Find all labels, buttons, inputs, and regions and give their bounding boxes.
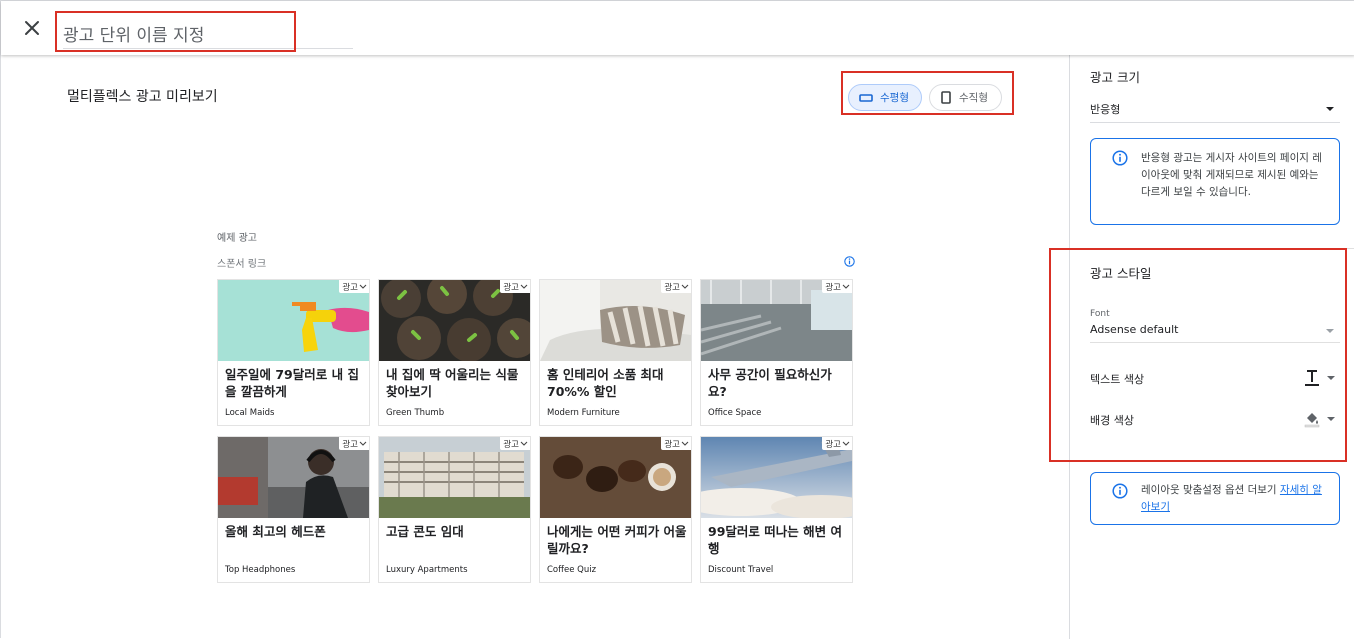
ad-card[interactable]: 광고 일주일에 79달러로 내 집을 깔끔하게 Local Maids [217, 279, 370, 426]
ad-headline[interactable]: 홈 인테리어 소품 최대 70%% 할인 [547, 366, 687, 400]
ad-advertiser: Office Space [708, 408, 762, 418]
ad-size-title: 광고 크기 [1090, 70, 1140, 85]
chevron-down-icon [842, 284, 850, 289]
ad-choices-badge[interactable]: 광고 [661, 437, 691, 450]
ad-card[interactable]: 광고 99달러로 떠나는 해변 여행 Discount Travel [700, 436, 853, 583]
close-icon[interactable] [23, 19, 41, 37]
adchoices-info-icon[interactable] [844, 256, 855, 267]
ad-choices-badge[interactable]: 광고 [339, 437, 369, 450]
ad-advertiser: Modern Furniture [547, 408, 620, 418]
font-dropdown[interactable]: Adsense default [1090, 323, 1340, 343]
info-icon [1112, 150, 1128, 166]
background-color-row: 배경 색상 [1090, 408, 1340, 430]
responsive-info-text: 반응형 광고는 게시자 사이트의 페이지 레이아웃에 맞춰 게재되므로 제시된 … [1141, 152, 1322, 198]
ad-badge-label: 광고 [664, 282, 680, 293]
ad-card[interactable]: 광고 나에게는 어떤 커피가 어울릴까요? Coffee Quiz [539, 436, 692, 583]
responsive-info-box: 반응형 광고는 게시자 사이트의 페이지 레이아웃에 맞춰 게재되므로 제시된 … [1090, 138, 1340, 225]
section-divider [1070, 248, 1354, 249]
ad-unit-name-input[interactable] [63, 23, 353, 49]
dropdown-arrow-icon [1327, 376, 1335, 380]
ad-badge-label: 광고 [342, 282, 358, 293]
ad-advertiser: Luxury Apartments [386, 565, 468, 575]
chevron-down-icon [842, 441, 850, 446]
ad-headline[interactable]: 나에게는 어떤 커피가 어울릴까요? [547, 523, 687, 557]
ad-headline[interactable]: 올해 최고의 헤드폰 [225, 523, 365, 540]
ad-card[interactable]: 광고 홈 인테리어 소품 최대 70%% 할인 Modern Furniture [539, 279, 692, 426]
ad-badge-label: 광고 [503, 282, 519, 293]
chevron-down-icon [520, 284, 528, 289]
chevron-down-icon [520, 441, 528, 446]
background-color-picker[interactable] [1295, 408, 1340, 430]
font-label: Font [1090, 309, 1110, 319]
text-color-icon [1305, 370, 1319, 386]
vertical-orientation-label: 수직형 [959, 92, 988, 104]
vertical-layout-icon [941, 91, 951, 104]
layout-options-info-box: 레이아웃 맞춤설정 옵션 더보기 자세히 알아보기 [1090, 472, 1340, 525]
chevron-down-icon [359, 441, 367, 446]
ad-card[interactable]: 광고 내 집에 딱 어울리는 식물 찾아보기 Green Thumb [378, 279, 531, 426]
ad-headline[interactable]: 사무 공간이 필요하신가요? [708, 366, 848, 400]
preview-title: 멀티플렉스 광고 미리보기 [67, 89, 218, 105]
dropdown-arrow-icon [1326, 329, 1334, 333]
ad-badge-label: 광고 [342, 439, 358, 450]
ad-choices-badge[interactable]: 광고 [500, 437, 530, 450]
dropdown-arrow-icon [1326, 107, 1334, 111]
ad-style-title: 광고 스타일 [1090, 266, 1152, 281]
ad-choices-badge[interactable]: 광고 [500, 280, 530, 293]
ad-headline[interactable]: 내 집에 딱 어울리는 식물 찾아보기 [386, 366, 526, 400]
app-frame: 멀티플렉스 광고 미리보기 수평형 수직형 예제 광고 스폰서 링크 [0, 0, 1354, 639]
settings-side-panel: 광고 크기 반응형 반응형 광고는 게시자 사이트의 페이지 레이아웃에 맞춰 … [1069, 55, 1354, 639]
sample-ad-label: 예제 광고 [217, 233, 257, 244]
layout-options-label: 레이아웃 맞춤설정 옵션 더보기 [1141, 484, 1280, 496]
ad-badge-label: 광고 [503, 439, 519, 450]
chevron-down-icon [359, 284, 367, 289]
sponsored-links-label: 스폰서 링크 [217, 259, 267, 270]
vertical-orientation-button[interactable]: 수직형 [929, 84, 1002, 111]
background-color-label: 배경 색상 [1090, 414, 1134, 427]
ad-headline[interactable]: 99달러로 떠나는 해변 여행 [708, 523, 848, 557]
ad-advertiser: Top Headphones [225, 565, 296, 575]
layout-options-text: 레이아웃 맞춤설정 옵션 더보기 자세히 알아보기 [1141, 482, 1331, 516]
horizontal-orientation-button[interactable]: 수평형 [848, 84, 922, 111]
ad-card[interactable]: 광고 사무 공간이 필요하신가요? Office Space [700, 279, 853, 426]
ad-advertiser: Discount Travel [708, 565, 774, 575]
ad-advertiser: Local Maids [225, 408, 275, 418]
text-color-label: 텍스트 색상 [1090, 373, 1145, 386]
ad-card[interactable]: 광고 고급 콘도 임대 Luxury Apartments [378, 436, 531, 583]
ad-advertiser: Green Thumb [386, 408, 445, 418]
horizontal-orientation-label: 수평형 [880, 92, 909, 104]
ad-choices-badge[interactable]: 광고 [661, 280, 691, 293]
font-value: Adsense default [1090, 323, 1179, 336]
ad-size-value: 반응형 [1090, 103, 1121, 116]
ad-badge-label: 광고 [825, 439, 841, 450]
horizontal-layout-icon [859, 93, 873, 102]
ad-card[interactable]: 광고 올해 최고의 헤드폰 Top Headphones [217, 436, 370, 583]
ad-grid: 광고 일주일에 79달러로 내 집을 깔끔하게 Local Maids 광고 내… [217, 279, 855, 583]
dropdown-arrow-icon [1327, 417, 1335, 421]
ad-badge-label: 광고 [664, 439, 680, 450]
chevron-down-icon [681, 284, 689, 289]
ad-choices-badge[interactable]: 광고 [822, 280, 852, 293]
ad-choices-badge[interactable]: 광고 [339, 280, 369, 293]
ad-choices-badge[interactable]: 광고 [822, 437, 852, 450]
fill-bucket-icon [1304, 413, 1320, 428]
ad-advertiser: Coffee Quiz [547, 565, 597, 575]
ad-badge-label: 광고 [825, 282, 841, 293]
text-color-picker[interactable] [1295, 367, 1340, 389]
ad-headline[interactable]: 고급 콘도 임대 [386, 523, 526, 540]
ad-headline[interactable]: 일주일에 79달러로 내 집을 깔끔하게 [225, 366, 365, 400]
header-bar [1, 1, 1354, 55]
chevron-down-icon [681, 441, 689, 446]
ad-size-dropdown[interactable]: 반응형 [1090, 95, 1340, 123]
text-color-row: 텍스트 색상 [1090, 367, 1340, 389]
info-icon [1112, 483, 1128, 499]
